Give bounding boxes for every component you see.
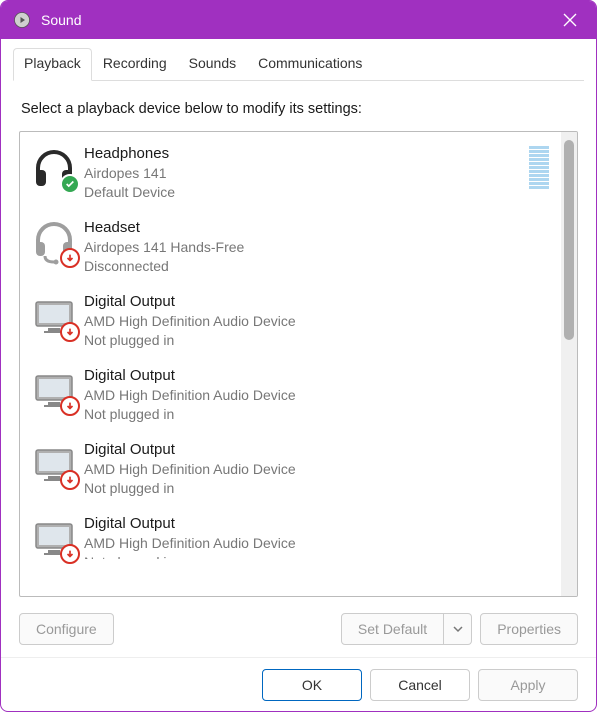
device-status: Not plugged in (84, 405, 549, 424)
set-default-split-button: Set Default (341, 613, 472, 645)
device-status: Not plugged in (84, 479, 549, 498)
instruction-text: Select a playback device below to modify… (21, 101, 576, 117)
device-status: Default Device (84, 183, 523, 202)
down-arrow-badge-icon (60, 322, 80, 342)
device-sub: Airdopes 141 (84, 164, 523, 183)
monitor-icon (30, 292, 78, 340)
device-row[interactable]: Digital Output AMD High Definition Audio… (20, 286, 561, 360)
device-text: Headset Airdopes 141 Hands-Free Disconne… (84, 218, 549, 276)
device-text: Digital Output AMD High Definition Audio… (84, 440, 549, 498)
apply-button[interactable]: Apply (478, 669, 578, 701)
sound-app-icon (13, 11, 31, 29)
device-sub: AMD High Definition Audio Device (84, 386, 549, 405)
device-text: Digital Output AMD High Definition Audio… (84, 366, 549, 424)
device-list: Headphones Airdopes 141 Default Device (19, 131, 578, 597)
headphones-icon (30, 144, 78, 192)
level-meter (529, 146, 549, 189)
set-default-dropdown[interactable] (444, 613, 472, 645)
down-arrow-badge-icon (60, 396, 80, 416)
properties-button[interactable]: Properties (480, 613, 578, 645)
device-list-viewport[interactable]: Headphones Airdopes 141 Default Device (20, 132, 561, 596)
down-arrow-badge-icon (60, 470, 80, 490)
down-arrow-badge-icon (60, 248, 80, 268)
close-button[interactable] (544, 1, 596, 39)
chevron-down-icon (453, 624, 463, 634)
device-text: Digital Output AMD High Definition Audio… (84, 514, 549, 559)
device-sub: Airdopes 141 Hands-Free (84, 238, 549, 257)
tab-playback[interactable]: Playback (13, 48, 92, 81)
ok-button[interactable]: OK (262, 669, 362, 701)
device-sub: AMD High Definition Audio Device (84, 312, 549, 331)
dialog-content: Playback Recording Sounds Communications… (1, 39, 596, 657)
device-name: Headset (84, 218, 549, 238)
tab-strip: Playback Recording Sounds Communications (13, 47, 584, 81)
device-text: Headphones Airdopes 141 Default Device (84, 144, 523, 202)
device-text: Digital Output AMD High Definition Audio… (84, 292, 549, 350)
device-row[interactable]: Digital Output AMD High Definition Audio… (20, 508, 561, 562)
monitor-icon (30, 440, 78, 488)
device-row[interactable]: Digital Output AMD High Definition Audio… (20, 434, 561, 508)
monitor-icon (30, 366, 78, 414)
device-sub: AMD High Definition Audio Device (84, 460, 549, 479)
device-name: Digital Output (84, 292, 549, 312)
device-name: Digital Output (84, 514, 549, 534)
titlebar: Sound (1, 1, 596, 39)
configure-button[interactable]: Configure (19, 613, 114, 645)
window-title: Sound (41, 12, 544, 28)
dialog-footer: OK Cancel Apply (1, 657, 596, 711)
device-row[interactable]: Headphones Airdopes 141 Default Device (20, 138, 561, 212)
tab-sounds[interactable]: Sounds (178, 48, 247, 81)
device-status: Not plugged in (84, 553, 549, 559)
cancel-button[interactable]: Cancel (370, 669, 470, 701)
device-name: Headphones (84, 144, 523, 164)
tab-recording[interactable]: Recording (92, 48, 178, 81)
sound-dialog: Sound Playback Recording Sounds Communic… (0, 0, 597, 712)
tab-communications[interactable]: Communications (247, 48, 373, 81)
check-badge-icon (60, 174, 80, 194)
device-sub: AMD High Definition Audio Device (84, 534, 549, 553)
device-row[interactable]: Digital Output AMD High Definition Audio… (20, 360, 561, 434)
device-status: Disconnected (84, 257, 549, 276)
action-row: Configure Set Default Properties (19, 613, 578, 645)
device-name: Digital Output (84, 440, 549, 460)
scrollbar-thumb[interactable] (564, 140, 574, 340)
headset-icon (30, 218, 78, 266)
scrollbar[interactable] (561, 132, 577, 596)
monitor-icon (30, 514, 78, 562)
device-status: Not plugged in (84, 331, 549, 350)
device-name: Digital Output (84, 366, 549, 386)
set-default-button[interactable]: Set Default (341, 613, 444, 645)
device-row[interactable]: Headset Airdopes 141 Hands-Free Disconne… (20, 212, 561, 286)
